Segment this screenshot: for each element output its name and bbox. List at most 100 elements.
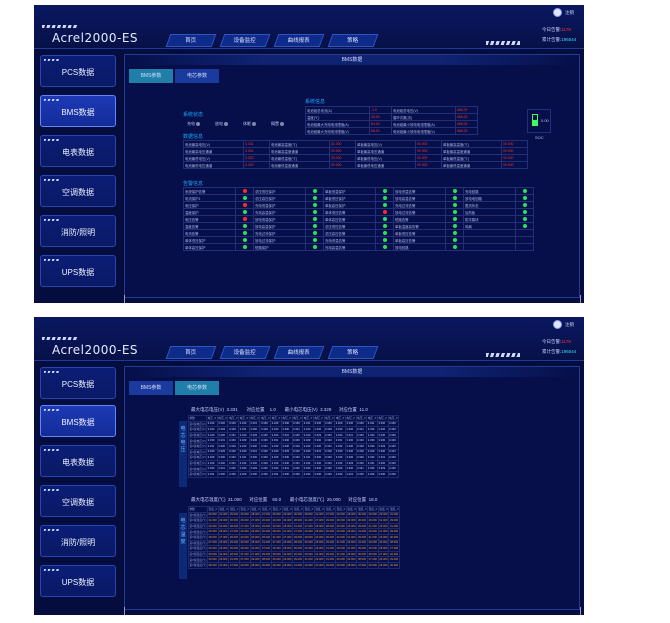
grid-header-cell: 电压_X bbox=[366, 415, 378, 422]
grid-header-cell: 温度_X bbox=[377, 506, 390, 513]
tab-bms-params[interactable]: BMS参数 bbox=[129, 381, 173, 395]
value-cell: -1.0 bbox=[369, 106, 392, 114]
alarm-label: 电流告警 bbox=[183, 229, 236, 237]
alarm-label: 电压保护 bbox=[183, 201, 236, 209]
avatar[interactable] bbox=[553, 8, 562, 17]
logout-link[interactable]: 注销 bbox=[565, 10, 574, 16]
sidebar-item-fire-light[interactable]: 消防/照明 bbox=[40, 215, 116, 247]
status-dot-icon bbox=[452, 224, 457, 229]
label-cell: 单板最高温度通道 bbox=[441, 147, 502, 155]
label-cell: 单板最低温度(℃) bbox=[441, 154, 502, 162]
alarm-label: 总压低压保护 bbox=[253, 187, 306, 195]
data-info-title: 数据信息 bbox=[183, 134, 204, 140]
row-label-cell: 第X簇温度(℃) bbox=[187, 528, 209, 535]
alarm-status-cell bbox=[305, 201, 324, 209]
alarm-label bbox=[463, 236, 516, 244]
value-cell: 00.000 bbox=[415, 161, 442, 169]
alarm-label: 单板低温保护 bbox=[323, 187, 376, 195]
alarm-label: 限流状态 bbox=[463, 201, 516, 209]
status-dot-icon bbox=[312, 224, 317, 229]
value-cell: 84.00 bbox=[369, 120, 392, 128]
panel-title: BMS数据 bbox=[125, 55, 579, 65]
sidebar-item-aircon[interactable]: 空调数据 bbox=[40, 485, 116, 517]
sidebar-item-meter[interactable]: 电表数据 bbox=[40, 135, 116, 167]
grid-value-cell: 29.000 bbox=[281, 561, 294, 569]
status-dot-icon bbox=[242, 217, 247, 222]
table-row: 电池组最大充电电流限值(V) 66.00 电池组最小放电电流限值(V) 666.00 bbox=[305, 127, 478, 135]
table-row: 电压告警 放电低温保护 单体高压告警 短路告警 防冻模块 bbox=[183, 215, 534, 223]
logout-link[interactable]: 注销 bbox=[565, 322, 574, 328]
row-label-cell: 第X簇温度(℃) bbox=[187, 522, 209, 530]
grid-value-cell: 29.000 bbox=[324, 561, 337, 569]
alarm-label: 单板高压告警 bbox=[393, 236, 446, 244]
avatar[interactable] bbox=[553, 320, 562, 329]
tab-cell-params[interactable]: 电芯参数 bbox=[175, 381, 219, 395]
table-row: 电池组最大充电电流限值(A) 84.00 电池组最小放电电流限值(A) 666.00 bbox=[305, 120, 478, 128]
value-cell: 666.00 bbox=[455, 120, 478, 128]
label-cell: 电池组最小放电电流限值(A) bbox=[391, 120, 456, 128]
alarm-status-cell bbox=[375, 208, 394, 216]
grid-value-cell: 3.329 bbox=[323, 470, 336, 478]
status-dot-icon bbox=[312, 189, 317, 194]
nav-strategy[interactable]: 策略 bbox=[327, 346, 379, 359]
alarm-status-cell bbox=[375, 236, 394, 244]
status-dot-icon bbox=[312, 238, 317, 243]
alarm-label bbox=[463, 243, 516, 251]
state-charge: 充电 bbox=[187, 121, 201, 127]
alarm-label: 温度保护 bbox=[183, 208, 236, 216]
grid-value-cell: 3.331 bbox=[344, 470, 357, 478]
sidebar-item-aircon[interactable]: 空调数据 bbox=[40, 175, 116, 207]
row-label-cell: 第X簇电压(V) bbox=[187, 431, 208, 439]
grid-value-cell: 3.330 bbox=[280, 470, 293, 478]
status-dot-icon bbox=[242, 245, 247, 250]
status-dot-icon bbox=[522, 189, 527, 194]
alarm-title: 告警信息 bbox=[183, 181, 204, 187]
sidebar-item-pcs[interactable]: PCS数据 bbox=[40, 55, 116, 87]
tab-bms-params[interactable]: BMS参数 bbox=[129, 69, 173, 83]
alarm-status-cell bbox=[515, 201, 534, 209]
table-row: 单体高压保护 短路保护 充电高温告警 放电回路 bbox=[183, 243, 534, 251]
sys-state-title: 系统状态 bbox=[183, 112, 204, 118]
alarm-label: 加热板 bbox=[463, 208, 516, 216]
total-alarm: 累计告警:196544 bbox=[542, 37, 577, 42]
sidebar-item-pcs[interactable]: PCS数据 bbox=[40, 367, 116, 399]
label-cell: 单板最低电压(V) bbox=[355, 154, 416, 162]
alarm-status-cell bbox=[445, 208, 464, 216]
sidebar-item-meter[interactable]: 电表数据 bbox=[40, 445, 116, 477]
nav-curve-report[interactable]: 曲线报表 bbox=[273, 34, 325, 47]
sidebar-item-bms[interactable]: BMS数据 bbox=[40, 95, 116, 127]
sidebar-item-ups[interactable]: UPS数据 bbox=[40, 255, 116, 287]
nav-home[interactable]: 首页 bbox=[165, 34, 217, 47]
status-dot-icon bbox=[242, 224, 247, 229]
value-cell: 00.000 bbox=[329, 161, 356, 169]
status-dot-icon bbox=[382, 231, 387, 236]
alarm-label: 单板温度高告警 bbox=[393, 222, 446, 230]
nav-device-monitor[interactable]: 设备监控 bbox=[219, 34, 271, 47]
sidebar-item-fire-light[interactable]: 消防/照明 bbox=[40, 525, 116, 557]
alarm-label: 总压低压告警 bbox=[323, 222, 376, 230]
label-cell: 单板最高电压通道 bbox=[355, 147, 416, 155]
grid-header-cell: 温度_X bbox=[388, 506, 401, 513]
table-row: 温度(℃) 26.00 循环次数(次) 666.00 bbox=[305, 113, 478, 121]
sidebar-item-bms[interactable]: BMS数据 bbox=[40, 405, 116, 437]
grid-value-cell: 3.330 bbox=[259, 470, 272, 478]
nav-curve-report[interactable]: 曲线报表 bbox=[273, 346, 325, 359]
label-cell: 电池最高温度(℃) bbox=[269, 140, 330, 148]
alarm-status-cell bbox=[515, 194, 534, 202]
grid-value-cell: 26.000 bbox=[271, 561, 283, 569]
sidebar-item-ups[interactable]: UPS数据 bbox=[40, 565, 116, 597]
panel-title: BMS数据 bbox=[125, 367, 579, 377]
alarm-status-cell bbox=[515, 236, 534, 244]
table-row: 系统保护告警 总压低压保护 单板低温保护 放电低温告警 充电回路 bbox=[183, 187, 534, 195]
alarm-status-cell bbox=[445, 243, 464, 251]
status-dot-icon bbox=[522, 210, 527, 215]
grid-header-cell: 电压_X bbox=[248, 415, 261, 422]
nav-strategy[interactable]: 策略 bbox=[327, 34, 379, 47]
app-title: Acrel2000-ES bbox=[52, 343, 139, 357]
nav-device-monitor[interactable]: 设备监控 bbox=[219, 346, 271, 359]
alarm-label: 风扇 bbox=[463, 222, 516, 230]
label-cell: 电池组总电压(V) bbox=[391, 106, 456, 114]
tab-cell-params[interactable]: 电芯参数 bbox=[175, 69, 219, 83]
nav-home[interactable]: 首页 bbox=[165, 346, 217, 359]
row-label-cell: 第X簇电压(V) bbox=[187, 459, 208, 467]
